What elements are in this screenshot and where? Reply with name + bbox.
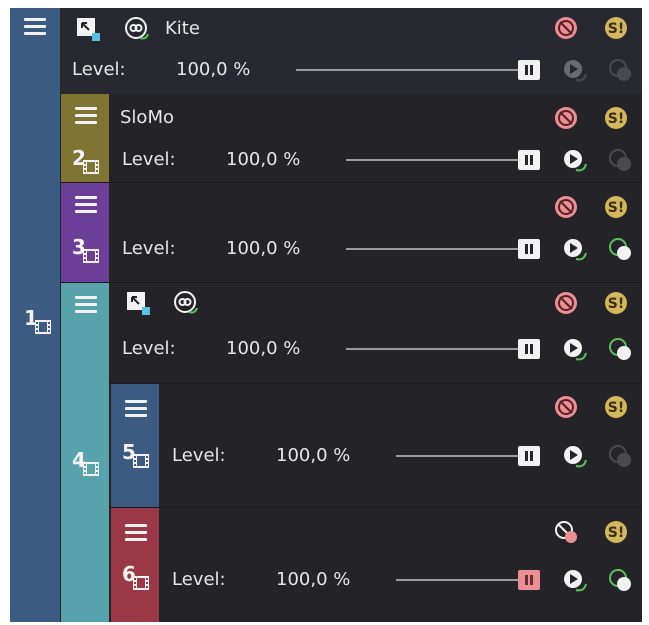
track-6-level-value[interactable]: 100,0 % [276, 569, 350, 591]
track-4-number: 4 [72, 450, 102, 478]
track-2-level-slider[interactable] [346, 159, 518, 161]
track-5-menu-icon[interactable] [125, 398, 147, 420]
solo-icon[interactable]: S! [604, 291, 628, 315]
solo-icon[interactable]: S! [604, 16, 628, 40]
track-6-number: 6 [122, 564, 152, 592]
mute-icon[interactable] [554, 195, 578, 219]
track-5-level-slider-thumb[interactable] [518, 446, 540, 466]
solo-icon[interactable]: S! [604, 395, 628, 419]
track-1-menu-icon[interactable] [24, 16, 46, 38]
track-4-level-slider[interactable] [346, 348, 518, 350]
track-1-level-slider[interactable] [296, 69, 518, 71]
track-1-level-label: Level: [72, 59, 126, 80]
track-6-level-label: Level: [172, 569, 226, 590]
track-2-level-slider-thumb[interactable] [518, 150, 540, 170]
track-1-header-row [10, 8, 642, 94]
automation-icon[interactable] [562, 148, 588, 174]
track-3-menu-icon[interactable] [75, 194, 97, 216]
film-icon [133, 576, 149, 590]
mute-icon[interactable] [554, 106, 578, 130]
film-icon [83, 462, 99, 476]
svg-text:S!: S! [608, 400, 624, 416]
mute-icon[interactable] [554, 16, 578, 40]
svg-text:S!: S! [608, 111, 624, 127]
solo-icon[interactable]: S! [604, 106, 628, 130]
automation-icon[interactable] [562, 58, 588, 84]
track-1-name[interactable]: Kite [165, 18, 200, 40]
svg-text:S!: S! [608, 296, 624, 312]
automation-icon[interactable] [562, 444, 588, 470]
svg-text:S!: S! [608, 525, 624, 541]
compositing-mode-icon[interactable] [124, 16, 150, 42]
automation-icon[interactable] [562, 568, 588, 594]
mute-icon[interactable] [554, 291, 578, 315]
track-4-menu-icon[interactable] [75, 294, 97, 316]
solo-icon[interactable]: S! [604, 520, 628, 544]
track-3-level-slider[interactable] [346, 248, 518, 250]
track-motion-icon[interactable] [126, 291, 150, 315]
film-icon [83, 249, 99, 263]
track-6-level-slider-thumb[interactable] [518, 570, 540, 590]
automation-icon[interactable] [562, 237, 588, 263]
track-1-level-slider-thumb[interactable] [518, 60, 540, 80]
track-2-menu-icon[interactable] [75, 105, 97, 127]
film-icon [133, 454, 149, 468]
bypass-motion-icon[interactable] [608, 148, 634, 174]
solo-icon[interactable]: S! [604, 195, 628, 219]
track-3-number: 3 [72, 237, 102, 265]
track-5-level-slider[interactable] [396, 455, 518, 457]
bypass-motion-icon[interactable] [608, 58, 634, 84]
track-3-level-slider-thumb[interactable] [518, 239, 540, 259]
mute-icon[interactable] [554, 520, 578, 544]
track-5-number: 5 [122, 442, 152, 470]
bypass-motion-icon[interactable] [608, 444, 634, 470]
track-1-number: 1 [24, 308, 54, 336]
track-4-level-label: Level: [122, 338, 176, 359]
bypass-motion-icon[interactable] [608, 237, 634, 263]
track-4-level-value[interactable]: 100,0 % [226, 338, 300, 360]
track-3-level-value[interactable]: 100,0 % [226, 238, 300, 260]
track-list-panel: 1 2 3 4 5 6 Kite SloMo Level: 100,0 % Le… [10, 8, 642, 622]
track-3-level-label: Level: [122, 238, 176, 259]
compositing-mode-icon[interactable] [173, 290, 199, 316]
film-icon [83, 160, 99, 174]
track-2-level-value[interactable]: 100,0 % [226, 149, 300, 171]
mute-icon[interactable] [554, 395, 578, 419]
track-1-level-value[interactable]: 100,0 % [176, 59, 250, 81]
track-2-number: 2 [72, 148, 102, 176]
svg-text:S!: S! [608, 21, 624, 37]
track-2-level-label: Level: [122, 149, 176, 170]
track-6-level-slider[interactable] [396, 579, 518, 581]
svg-text:S!: S! [608, 200, 624, 216]
track-4-level-slider-thumb[interactable] [518, 339, 540, 359]
track-motion-icon[interactable] [76, 17, 100, 41]
automation-icon[interactable] [562, 337, 588, 363]
film-icon [35, 320, 51, 334]
track-2-name[interactable]: SloMo [120, 107, 174, 129]
track-5-level-value[interactable]: 100,0 % [276, 445, 350, 467]
bypass-motion-icon[interactable] [608, 568, 634, 594]
bypass-motion-icon[interactable] [608, 337, 634, 363]
track-5-level-label: Level: [172, 445, 226, 466]
track-6-menu-icon[interactable] [125, 522, 147, 544]
